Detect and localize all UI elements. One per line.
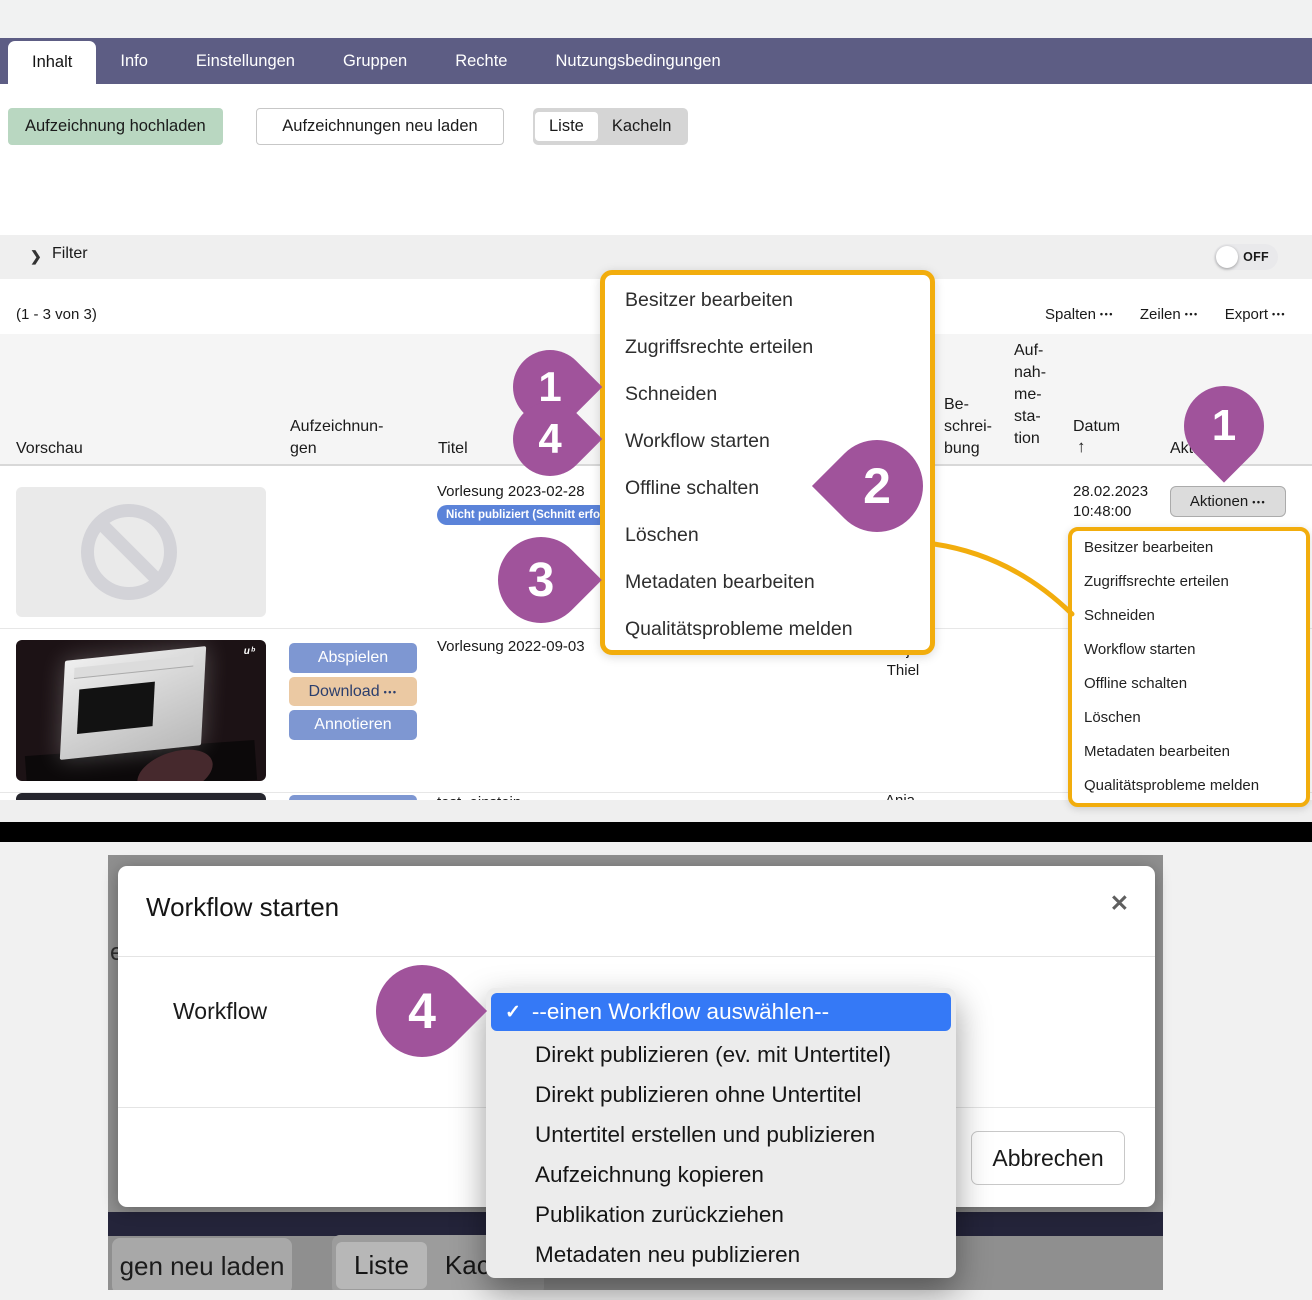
check-icon: ✓ <box>505 1001 521 1024</box>
dropdown-option[interactable]: Publikation zurückziehen <box>491 1195 951 1235</box>
dimmed-reload-button: gen neu laden <box>112 1238 292 1290</box>
view-list-button[interactable]: Liste <box>535 112 598 141</box>
toggle-knob[interactable] <box>1216 246 1238 268</box>
row2-title[interactable]: Vorlesung 2022-09-03 <box>437 638 585 655</box>
dropdown-option[interactable]: Direkt publizieren ohne Untertitel <box>491 1075 951 1115</box>
modal-title: Workflow starten <box>146 892 339 923</box>
main-nav: Inhalt Info Einstellungen Gruppen Rechte… <box>0 38 1312 84</box>
thumbnail-video-area <box>77 682 155 734</box>
context-menu-small: Besitzer bearbeiten Zugriffsrechte ertei… <box>1068 527 1310 807</box>
sort-ascending-icon[interactable]: ↑ <box>1077 436 1086 458</box>
row1-time: 10:48:00 <box>1073 503 1131 520</box>
menu-item-qualitaetsprobleme-melden[interactable]: Qualitätsprobleme melden <box>1072 769 1306 803</box>
menu-item-metadaten-bearbeiten[interactable]: Metadaten bearbeiten <box>605 559 930 606</box>
top-strip <box>0 0 1312 38</box>
menu-item-schneiden[interactable]: Schneiden <box>605 371 930 418</box>
column-header-aufzeichnungen: Aufzeichnun- gen <box>290 416 383 460</box>
column-header-datum[interactable]: Datum <box>1073 416 1120 438</box>
reload-recordings-button[interactable]: Aufzeichnungen neu laden <box>256 108 504 145</box>
tab-info[interactable]: Info <box>96 38 172 84</box>
menu-item-schneiden[interactable]: Schneiden <box>1072 599 1306 633</box>
menu-item-zugriffsrechte-erteilen[interactable]: Zugriffsrechte erteilen <box>1072 565 1306 599</box>
chevron-right-icon[interactable]: ❯ <box>30 248 42 265</box>
upload-recording-button[interactable]: Aufzeichnung hochladen <box>8 108 223 145</box>
menu-item-besitzer-bearbeiten[interactable]: Besitzer bearbeiten <box>605 277 930 324</box>
column-header-aufnahmestation: Auf- nah- me- sta- tion <box>1014 340 1046 450</box>
annotation-pin-3: 3 <box>498 537 584 623</box>
annotation-pin-1-actions: 1 <box>1184 386 1264 466</box>
menu-item-offline-schalten[interactable]: Offline schalten <box>1072 667 1306 701</box>
rows-control[interactable]: Zeilen••• <box>1140 306 1199 323</box>
column-header-beschreibung: Be- schrei- bung <box>944 394 992 460</box>
modal-header-divider <box>118 956 1155 957</box>
menu-item-loeschen[interactable]: Löschen <box>1072 701 1306 735</box>
row1-date: 28.02.2023 <box>1073 483 1148 500</box>
ellipsis-icon: ••• <box>1100 309 1114 319</box>
menu-item-workflow-starten[interactable]: Workflow starten <box>1072 633 1306 667</box>
workflow-field-label: Workflow <box>173 998 267 1025</box>
menu-item-metadaten-bearbeiten[interactable]: Metadaten bearbeiten <box>1072 735 1306 769</box>
ellipsis-icon: ••• <box>384 687 398 697</box>
filter-label[interactable]: Filter <box>52 245 88 263</box>
columns-control[interactable]: Spalten••• <box>1045 306 1114 323</box>
university-logo: uᵇ <box>244 646 256 657</box>
dropdown-selected-label: --einen Workflow auswählen-- <box>532 999 829 1025</box>
menu-item-zugriffsrechte-erteilen[interactable]: Zugriffsrechte erteilen <box>605 324 930 371</box>
column-header-vorschau: Vorschau <box>16 438 83 460</box>
tab-nutzungsbedingungen[interactable]: Nutzungsbedingungen <box>531 38 744 84</box>
result-count: (1 - 3 von 3) <box>16 306 97 323</box>
close-icon[interactable]: ✕ <box>1110 890 1129 917</box>
workflow-select-dropdown: ✓ --einen Workflow auswählen-- Direkt pu… <box>486 988 956 1278</box>
tab-inhalt[interactable]: Inhalt <box>8 41 96 84</box>
annotation-pin-4-dropdown: 4 <box>376 965 468 1057</box>
dropdown-option[interactable]: Direkt publizieren (ev. mit Untertitel) <box>491 1035 951 1075</box>
view-switch: Liste Kacheln <box>533 108 688 145</box>
row1-preview-placeholder <box>16 487 266 617</box>
annotation-pin-4: 4 <box>513 402 587 476</box>
ellipsis-icon: ••• <box>1185 309 1199 319</box>
menu-item-besitzer-bearbeiten[interactable]: Besitzer bearbeiten <box>1072 531 1306 565</box>
list-controls: Spalten••• Zeilen••• Export••• <box>1045 306 1286 323</box>
tab-einstellungen[interactable]: Einstellungen <box>172 38 319 84</box>
thumbnail-laptop-screen <box>60 646 206 760</box>
row2-play-button[interactable]: Abspielen <box>289 643 417 673</box>
row1-title[interactable]: Vorlesung 2023-02-28 <box>437 483 585 500</box>
filter-toggle[interactable]: OFF <box>1214 244 1278 270</box>
modal-screenshot-section: e gen neu laden Liste Kacheln Workflow s… <box>0 842 1312 1300</box>
cancel-button[interactable]: Abbrechen <box>971 1131 1125 1185</box>
toggle-state-label: OFF <box>1243 250 1269 264</box>
row2-download-button[interactable]: Download••• <box>289 677 417 706</box>
view-tiles-button[interactable]: Kacheln <box>598 112 686 141</box>
row1-status-badge: Nicht publiziert (Schnitt erfo <box>437 505 609 525</box>
tab-rechte[interactable]: Rechte <box>431 38 531 84</box>
dropdown-option[interactable]: Metadaten neu publizieren <box>491 1235 951 1275</box>
tab-gruppen[interactable]: Gruppen <box>319 38 431 84</box>
menu-item-qualitaetsprobleme-melden[interactable]: Qualitätsprobleme melden <box>605 606 930 653</box>
annotation-pin-2: 2 <box>831 440 923 532</box>
row2-annotate-button[interactable]: Annotieren <box>289 710 417 740</box>
menu-connector-line <box>928 528 1078 620</box>
ellipsis-icon: ••• <box>1272 309 1286 319</box>
export-control[interactable]: Export••• <box>1225 306 1286 323</box>
section-divider-bar <box>0 822 1312 842</box>
dropdown-option[interactable]: Untertitel erstellen und publizieren <box>491 1115 951 1155</box>
ellipsis-icon: ••• <box>1252 497 1266 507</box>
row2-preview-thumbnail[interactable]: uᵇ <box>16 640 266 781</box>
dropdown-option[interactable]: Aufzeichnung kopieren <box>491 1155 951 1195</box>
row1-actions-button[interactable]: Aktionen••• <box>1170 486 1286 517</box>
column-header-titel: Titel <box>438 438 468 460</box>
screenshot-root: Inhalt Info Einstellungen Gruppen Rechte… <box>0 0 1312 1300</box>
dropdown-option-selected[interactable]: ✓ --einen Workflow auswählen-- <box>491 993 951 1031</box>
thumbnail-window-bar <box>74 655 194 679</box>
dimmed-view-list: Liste <box>336 1242 427 1289</box>
